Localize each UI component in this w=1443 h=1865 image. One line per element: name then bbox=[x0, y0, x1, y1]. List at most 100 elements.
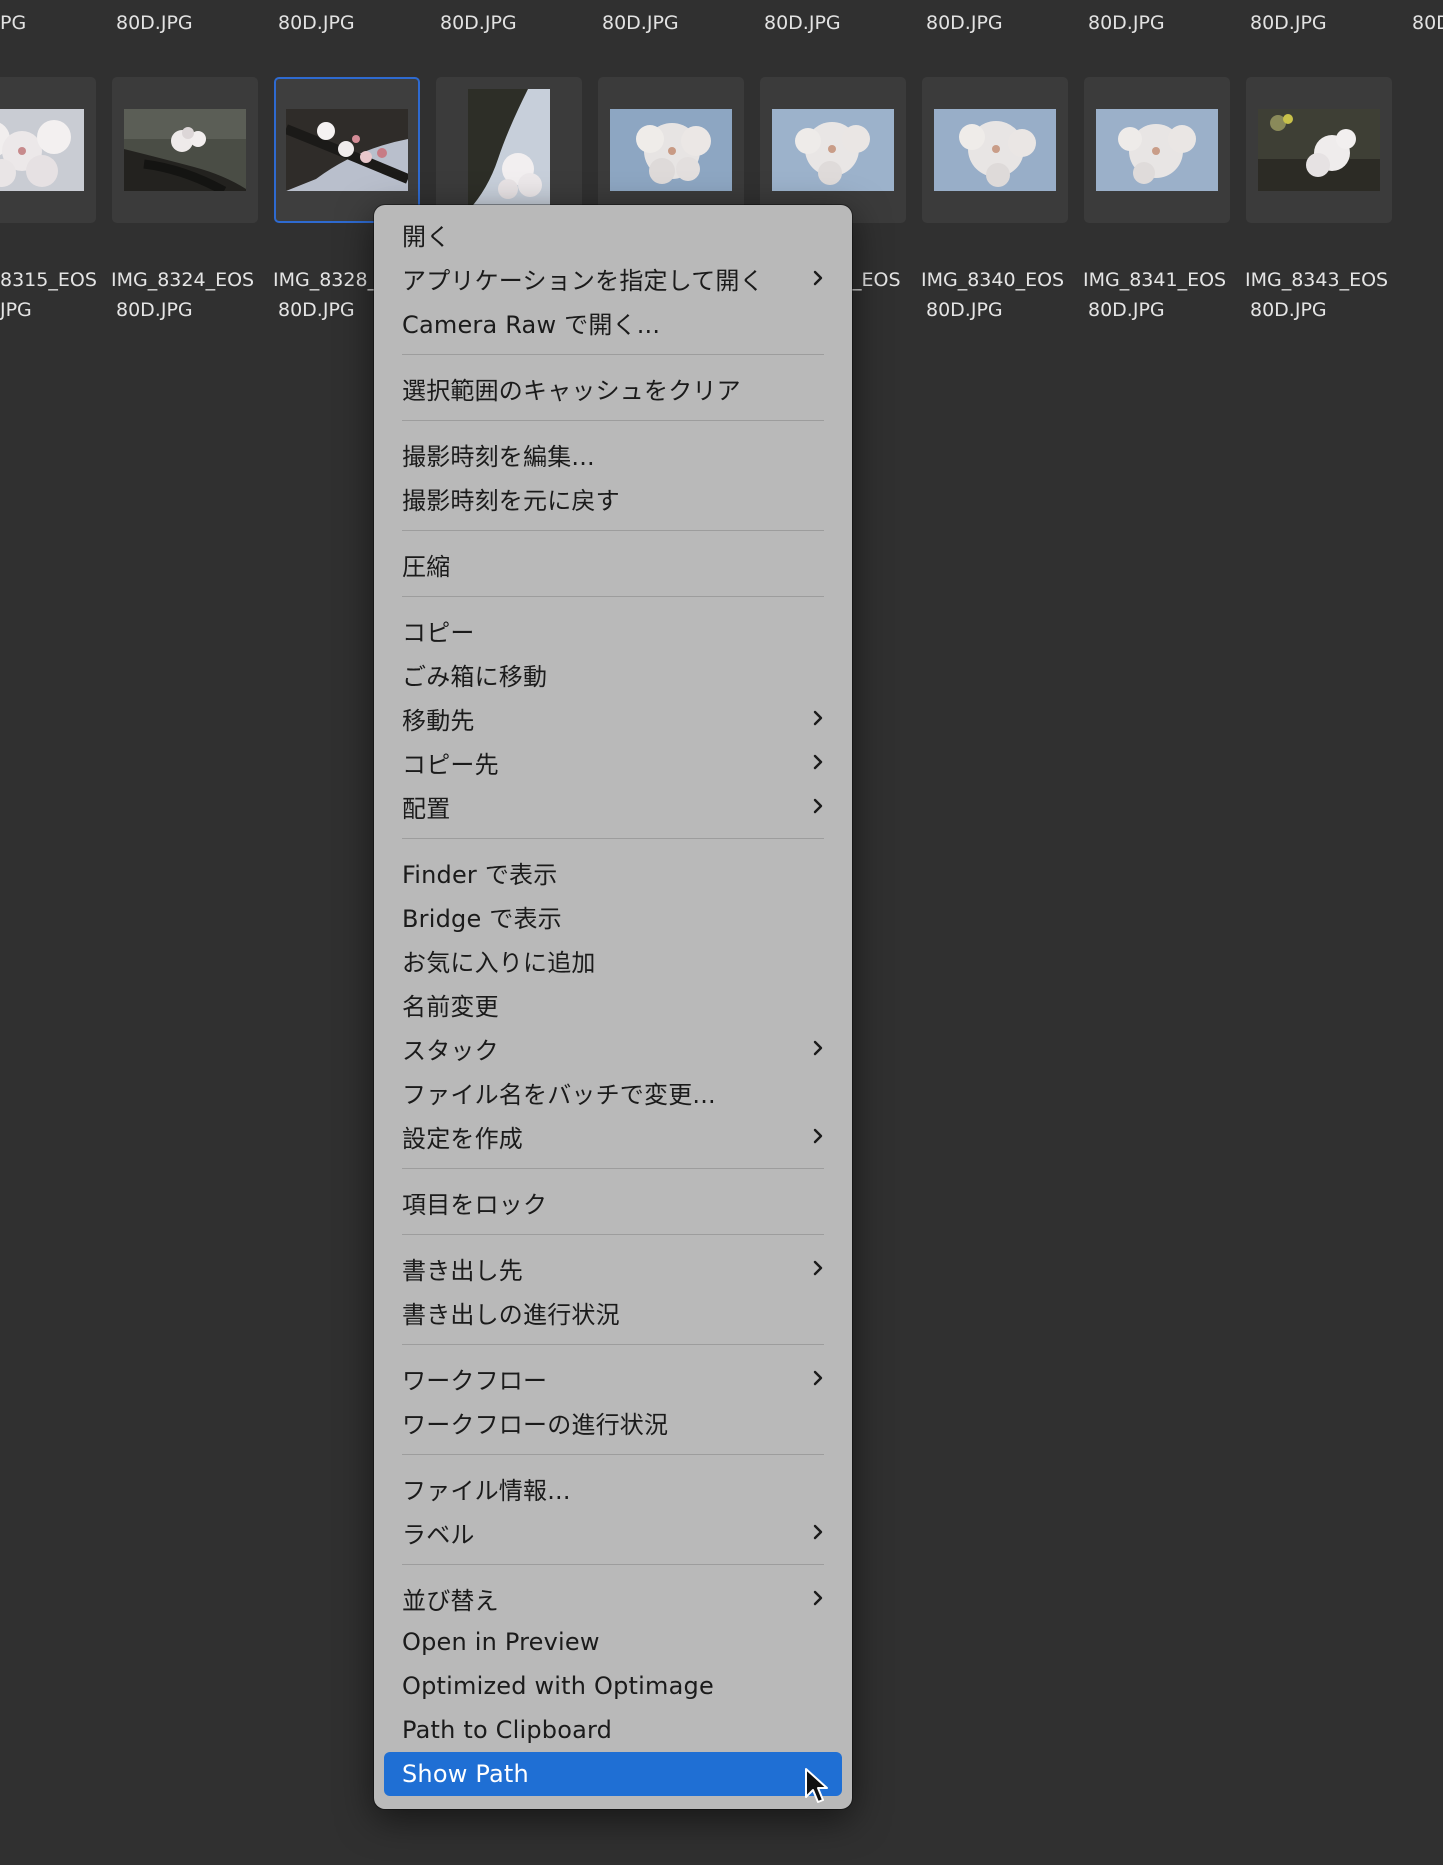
menu-item-label: 配置 bbox=[402, 794, 451, 823]
chevron-right-icon bbox=[813, 1524, 823, 1540]
menu-item-label: Optimized with Optimage bbox=[402, 1672, 714, 1700]
menu-item-export-progress[interactable]: 書き出しの進行状況 bbox=[384, 1290, 842, 1334]
photo-blossom-cluster bbox=[934, 109, 1056, 191]
file-name: IMG_8341_EOS 80D.JPG bbox=[1083, 269, 1227, 321]
menu-item-label: 設定を作成 bbox=[402, 1124, 523, 1153]
menu-item-reveal-finder[interactable]: Finder で表示 bbox=[384, 850, 842, 894]
menu-item-workflow[interactable]: ワークフロー bbox=[384, 1356, 842, 1400]
photo-blossom-cluster bbox=[772, 109, 894, 191]
menu-item-sort[interactable]: 並び替え bbox=[384, 1576, 842, 1620]
menu-item-label: Open in Preview bbox=[402, 1628, 600, 1656]
menu-item-move-to[interactable]: 移動先 bbox=[384, 696, 842, 740]
mouse-pointer-icon bbox=[805, 1768, 828, 1803]
menu-item-label: 選択範囲のキャッシュをクリア bbox=[402, 376, 741, 405]
menu-item-export-to[interactable]: 書き出し先 bbox=[384, 1246, 842, 1290]
photo-blossom-cluster bbox=[1096, 109, 1218, 191]
file-name: IMG_8340_EOS 80D.JPG bbox=[921, 269, 1065, 321]
menu-item-workflow-progress[interactable]: ワークフローの進行状況 bbox=[384, 1400, 842, 1444]
menu-item-label: 書き出し先 bbox=[402, 1256, 523, 1285]
menu-item-open-camera-raw[interactable]: Camera Raw で開く... bbox=[384, 300, 842, 344]
photo-blossom bbox=[0, 109, 84, 191]
menu-item-open-in-preview[interactable]: Open in Preview bbox=[384, 1620, 842, 1664]
photo-branch-blossom bbox=[286, 109, 408, 191]
top-label: 80D.JPG bbox=[926, 12, 1003, 34]
chevron-right-icon bbox=[813, 754, 823, 770]
menu-item-add-favorites[interactable]: お気に入りに追加 bbox=[384, 938, 842, 982]
menu-item-label: コピー先 bbox=[402, 750, 499, 779]
menu-item-create-settings[interactable]: 設定を作成 bbox=[384, 1114, 842, 1158]
menu-item-place[interactable]: 配置 bbox=[384, 784, 842, 828]
file-name: IMG_8324_EOS 80D.JPG bbox=[111, 269, 255, 321]
chevron-right-icon bbox=[813, 798, 823, 814]
menu-item-label: 開く bbox=[402, 222, 451, 251]
menu-separator bbox=[402, 530, 824, 531]
menu-item-label: ファイル名をバッチで変更... bbox=[402, 1080, 716, 1109]
menu-item-edit-capture-time[interactable]: 撮影時刻を編集... bbox=[384, 432, 842, 476]
chevron-right-icon bbox=[813, 1370, 823, 1386]
menu-item-path-to-clipboard[interactable]: Path to Clipboard bbox=[384, 1708, 842, 1752]
menu-item-revert-capture-time[interactable]: 撮影時刻を元に戻す bbox=[384, 476, 842, 520]
menu-item-purge-cache[interactable]: 選択範囲のキャッシュをクリア bbox=[384, 366, 842, 410]
menu-item-move-to-trash[interactable]: ごみ箱に移動 bbox=[384, 652, 842, 696]
menu-separator bbox=[402, 1454, 824, 1455]
menu-item-reveal-bridge[interactable]: Bridge で表示 bbox=[384, 894, 842, 938]
thumbnail[interactable] bbox=[760, 77, 906, 223]
menu-separator bbox=[402, 420, 824, 421]
menu-item-copy[interactable]: コピー bbox=[384, 608, 842, 652]
menu-item-label-submenu[interactable]: ラベル bbox=[384, 1510, 842, 1554]
thumbnail[interactable] bbox=[1246, 77, 1392, 223]
top-label: 80D.JPG bbox=[1088, 12, 1165, 34]
menu-item-label: 項目をロック bbox=[402, 1190, 548, 1219]
chevron-right-icon bbox=[813, 710, 823, 726]
menu-item-label: Camera Raw で開く... bbox=[402, 310, 661, 339]
menu-item-batch-rename[interactable]: ファイル名をバッチで変更... bbox=[384, 1070, 842, 1114]
thumbnail[interactable] bbox=[598, 77, 744, 223]
menu-item-label: 並び替え bbox=[402, 1586, 499, 1615]
chevron-right-icon bbox=[813, 270, 823, 286]
top-label: 80D.JPG bbox=[1250, 12, 1327, 34]
menu-item-label: ラベル bbox=[402, 1520, 475, 1549]
menu-item-label: 撮影時刻を編集... bbox=[402, 442, 595, 471]
top-label: 80D.JPG bbox=[764, 12, 841, 34]
menu-item-file-info[interactable]: ファイル情報... bbox=[384, 1466, 842, 1510]
thumbnail[interactable] bbox=[1084, 77, 1230, 223]
top-label: 80D.JPG bbox=[440, 12, 517, 34]
menu-item-label: ファイル情報... bbox=[402, 1476, 571, 1505]
menu-item-lock-item[interactable]: 項目をロック bbox=[384, 1180, 842, 1224]
menu-item-label: 名前変更 bbox=[402, 992, 499, 1021]
thumbnail[interactable] bbox=[436, 77, 582, 223]
menu-item-open[interactable]: 開く bbox=[384, 212, 842, 256]
thumbnail-selected[interactable] bbox=[274, 77, 420, 223]
chevron-right-icon bbox=[813, 1260, 823, 1276]
menu-separator bbox=[402, 1564, 824, 1565]
menu-separator bbox=[402, 354, 824, 355]
menu-separator bbox=[402, 1344, 824, 1345]
menu-item-rename[interactable]: 名前変更 bbox=[384, 982, 842, 1026]
photo-branch bbox=[124, 109, 246, 191]
menu-item-optimized-optimage[interactable]: Optimized with Optimage bbox=[384, 1664, 842, 1708]
menu-item-stack[interactable]: スタック bbox=[384, 1026, 842, 1070]
thumbnail[interactable] bbox=[112, 77, 258, 223]
photo-blossom-cluster bbox=[610, 109, 732, 191]
menu-item-label: ワークフロー bbox=[402, 1366, 548, 1395]
menu-item-label: ごみ箱に移動 bbox=[402, 662, 548, 691]
photo-branch-blossom bbox=[1258, 109, 1380, 191]
menu-item-label: 撮影時刻を元に戻す bbox=[402, 486, 620, 515]
menu-item-open-with[interactable]: アプリケーションを指定して開く bbox=[384, 256, 842, 300]
menu-item-show-path[interactable]: Show Path bbox=[384, 1752, 842, 1796]
menu-separator bbox=[402, 1168, 824, 1169]
chevron-right-icon bbox=[813, 1128, 823, 1144]
menu-separator bbox=[402, 838, 824, 839]
menu-item-compress[interactable]: 圧縮 bbox=[384, 542, 842, 586]
thumbnail[interactable] bbox=[0, 77, 96, 223]
top-label: 80D.JPG bbox=[602, 12, 679, 34]
menu-item-label: コピー bbox=[402, 618, 475, 647]
top-label: 80D.JPG bbox=[116, 12, 193, 34]
menu-item-label: Finder で表示 bbox=[402, 860, 558, 889]
menu-item-label: Show Path bbox=[402, 1760, 529, 1788]
thumbnail[interactable] bbox=[922, 77, 1068, 223]
menu-item-label: Bridge で表示 bbox=[402, 904, 562, 933]
menu-item-label: ワークフローの進行状況 bbox=[402, 1410, 669, 1439]
menu-item-label: 移動先 bbox=[402, 706, 475, 735]
menu-item-copy-to[interactable]: コピー先 bbox=[384, 740, 842, 784]
